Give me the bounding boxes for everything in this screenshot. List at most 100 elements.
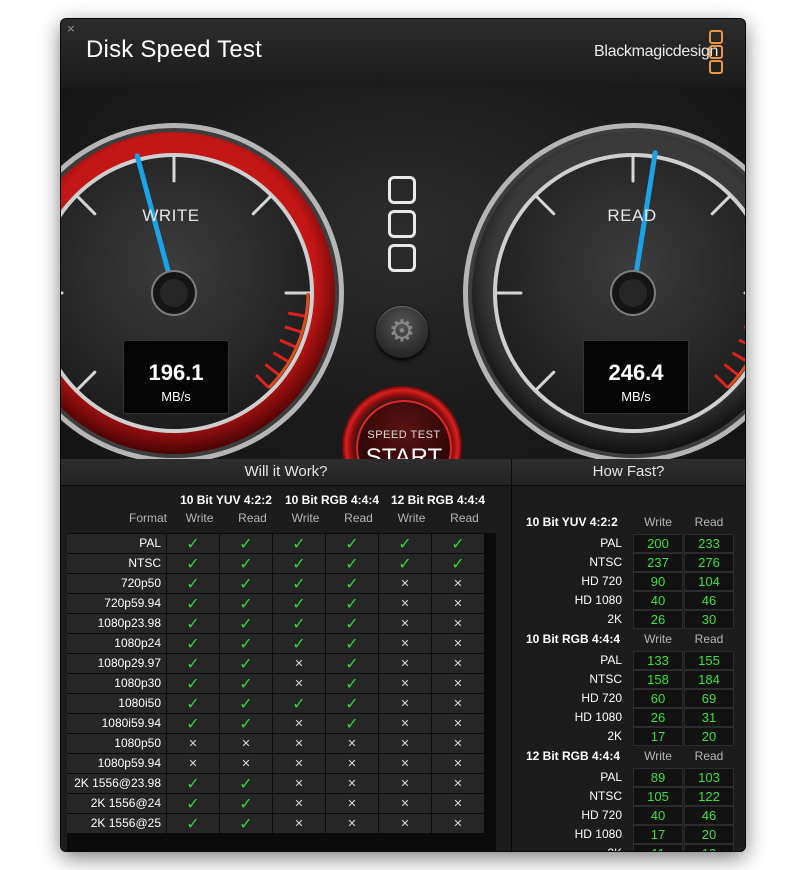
cross-icon: ✕ (432, 594, 484, 613)
check-icon: ✓ (326, 574, 378, 593)
check-icon: ✓ (326, 614, 378, 633)
close-button[interactable]: × (65, 23, 77, 35)
read-column-header: Read (344, 511, 373, 525)
table-row: 2K 1556@25 ✓ ✓ ✕ ✕ ✕ ✕ (67, 814, 496, 833)
format-label: 1080p29.97 (67, 654, 166, 673)
format-label: 1080p23.98 (67, 614, 166, 633)
write-speed-cell: 237 (633, 553, 683, 572)
read-speed-unit: MB/s (621, 389, 651, 404)
format-label: 1080i50 (67, 694, 166, 713)
read-speed-cell: 46 (684, 806, 734, 825)
write-speed-unit: MB/s (161, 389, 191, 404)
app-window: × Disk Speed Test Blackmagicdesign WRITE… (61, 19, 745, 851)
cross-icon: ✕ (273, 754, 325, 773)
cross-icon: ✕ (432, 734, 484, 753)
group-header: 10 Bit YUV 4:2:2 (180, 493, 272, 507)
table-row: HD 1080 17 20 (512, 825, 745, 844)
format-label: 2K 1556@25 (67, 814, 166, 833)
cross-icon: ✕ (379, 574, 431, 593)
read-column-header: Read (450, 511, 479, 525)
cross-icon: ✕ (167, 754, 219, 773)
table-row: 1080p50 ✕ ✕ ✕ ✕ ✕ ✕ (67, 734, 496, 753)
check-icon: ✓ (220, 614, 272, 633)
will-it-work-header: Will it Work? (61, 459, 511, 486)
cross-icon: ✕ (432, 614, 484, 633)
check-icon: ✓ (220, 814, 272, 833)
check-icon: ✓ (220, 554, 272, 573)
check-icon: ✓ (167, 714, 219, 733)
write-speed-cell: 200 (633, 534, 683, 553)
section-title: 10 Bit RGB 4:4:4 (526, 632, 621, 646)
check-icon: ✓ (432, 554, 484, 573)
read-speed-cell: 69 (684, 689, 734, 708)
cross-icon: ✕ (326, 754, 378, 773)
read-speed-cell: 30 (684, 610, 734, 629)
check-icon: ✓ (220, 594, 272, 613)
format-label: HD 1080 (574, 710, 622, 724)
cross-icon: ✕ (273, 714, 325, 733)
cross-icon: ✕ (326, 814, 378, 833)
table-row: 720p59.94 ✓ ✓ ✓ ✓ ✕ ✕ (67, 594, 496, 613)
read-column-header: Read (694, 632, 724, 646)
check-icon: ✓ (167, 574, 219, 593)
cross-icon: ✕ (379, 814, 431, 833)
check-icon: ✓ (167, 594, 219, 613)
read-speed-cell: 20 (684, 825, 734, 844)
write-speed-cell: 89 (633, 768, 683, 787)
cross-icon: ✕ (432, 654, 484, 673)
check-icon: ✓ (273, 634, 325, 653)
read-speed-cell: 184 (684, 670, 734, 689)
start-button-caption: SPEED TEST (367, 429, 441, 441)
write-speed-readout: 196.1 MB/s (123, 340, 229, 414)
read-speed-cell: 103 (684, 768, 734, 787)
table-row: PAL ✓ ✓ ✓ ✓ ✓ ✓ (67, 534, 496, 553)
check-icon: ✓ (167, 674, 219, 693)
cross-icon: ✕ (432, 714, 484, 733)
format-label: PAL (600, 536, 622, 550)
format-label: HD 720 (581, 808, 622, 822)
write-column-header: Write (291, 511, 320, 525)
check-icon: ✓ (220, 694, 272, 713)
gauge-panel: WRITE READ 196.1 MB/s 246.4 MB/s ⚙ SPEED… (61, 87, 745, 506)
cross-icon: ✕ (432, 574, 484, 593)
cross-icon: ✕ (220, 754, 272, 773)
check-icon: ✓ (273, 594, 325, 613)
cross-icon: ✕ (220, 734, 272, 753)
cross-icon: ✕ (326, 734, 378, 753)
format-label: HD 1080 (574, 593, 622, 607)
group-header: 12 Bit RGB 4:4:4 (390, 493, 486, 507)
read-column-header: Read (694, 515, 724, 529)
check-icon: ✓ (326, 634, 378, 653)
results-panel: Will it Work? How Fast? 10 Bit YUV 4:2:2… (61, 459, 745, 851)
cross-icon: ✕ (379, 794, 431, 813)
settings-button[interactable]: ⚙ (376, 306, 428, 358)
table-row: PAL 89 103 (512, 768, 745, 787)
table-row: NTSC 237 276 (512, 553, 745, 572)
table-row: 1080p59.94 ✕ ✕ ✕ ✕ ✕ ✕ (67, 754, 496, 773)
check-icon: ✓ (273, 694, 325, 713)
read-speed-cell: 276 (684, 553, 734, 572)
check-icon: ✓ (220, 574, 272, 593)
table-row: 2K 1113 (512, 844, 745, 851)
format-column-header: Format (128, 511, 167, 525)
check-icon: ✓ (167, 614, 219, 633)
read-speed-cell: 104 (684, 572, 734, 591)
cross-icon: ✕ (379, 654, 431, 673)
read-speed-cell: 233 (684, 534, 734, 553)
table-row: 2K 1556@24 ✓ ✓ ✕ ✕ ✕ ✕ (67, 794, 496, 813)
check-icon: ✓ (379, 554, 431, 573)
write-column-header: Write (185, 511, 214, 525)
format-label: 2K 1556@24 (67, 794, 166, 813)
table-row: HD 720 60 69 (512, 689, 745, 708)
cross-icon: ✕ (273, 814, 325, 833)
check-icon: ✓ (167, 534, 219, 553)
read-speed-cell: 46 (684, 591, 734, 610)
gear-icon: ⚙ (388, 314, 416, 349)
read-column-header: Read (694, 749, 724, 763)
check-icon: ✓ (220, 774, 272, 793)
check-icon: ✓ (220, 534, 272, 553)
table-row: 1080p30 ✓ ✓ ✕ ✓ ✕ ✕ (67, 674, 496, 693)
app-title: Disk Speed Test (86, 36, 262, 63)
cross-icon: ✕ (379, 774, 431, 793)
cross-icon: ✕ (167, 734, 219, 753)
